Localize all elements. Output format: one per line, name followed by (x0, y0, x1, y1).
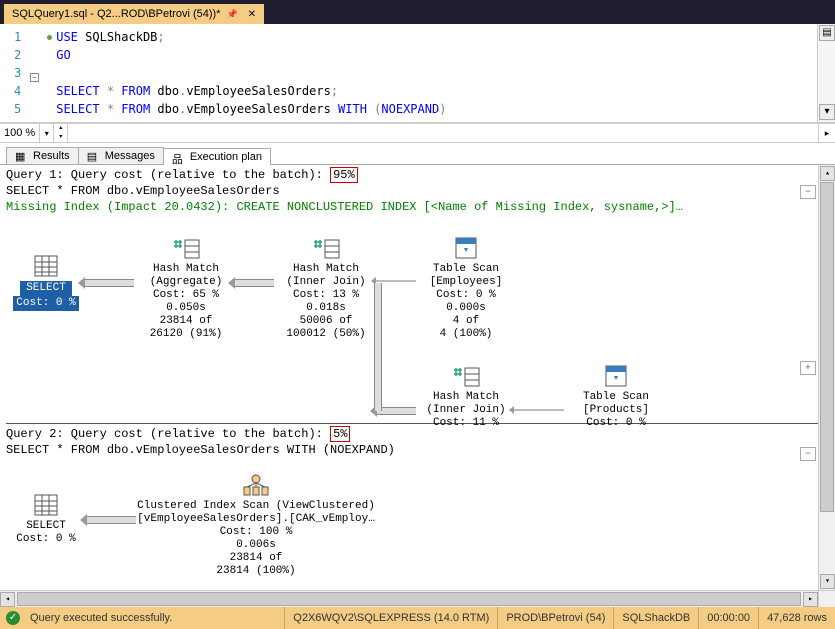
query1-cost-highlight: 95% (330, 167, 358, 183)
query2-cost-highlight: 5% (330, 426, 350, 442)
status-time: 00:00:00 (698, 607, 758, 629)
op-select[interactable]: SELECT Cost: 0 % (6, 251, 86, 311)
sql-editor[interactable]: 1 2 3 4 5 − USE SQLShackDB; GO SELECT * … (0, 24, 835, 123)
hash-match-icon (311, 234, 341, 262)
zoom-value[interactable]: 100 % (0, 124, 40, 142)
query1-plan-canvas[interactable]: SELECT Cost: 0 % Hash Match (Aggregate) … (6, 221, 829, 421)
collapse-query1-icon[interactable]: − (800, 185, 816, 199)
plan-vertical-scrollbar[interactable]: ▴ ▾ (818, 165, 835, 607)
code-text[interactable]: USE SQLShackDB; GO SELECT * FROM dbo.vEm… (41, 24, 835, 122)
scroll-down-icon[interactable]: ▾ (820, 574, 835, 589)
scroll-right-icon[interactable]: ▸ (819, 128, 835, 139)
status-user: PROD\BPetrovi (54) (497, 607, 613, 629)
expand-icon[interactable]: + (800, 361, 816, 375)
scrollbar-thumb[interactable] (17, 592, 801, 606)
editor-zoom-bar: 100 % ▾ ▴▾ ▸ (0, 123, 835, 143)
status-bar: ✓ Query executed successfully. Q2X6WQV2\… (0, 607, 835, 629)
pin-icon[interactable]: 📌 (226, 9, 237, 20)
query2-sql: SELECT * FROM dbo.vEmployeeSalesOrders W… (6, 442, 829, 458)
op-select2[interactable]: SELECT Cost: 0 % (6, 490, 86, 546)
plan-arrow (374, 283, 382, 411)
plan-arrow (84, 279, 134, 287)
plan-arrow (376, 407, 416, 415)
plan-arrow (86, 516, 136, 524)
status-database: SQLShackDB (613, 607, 698, 629)
scroll-right-icon[interactable]: ▸ (803, 592, 818, 607)
table-icon (31, 252, 61, 280)
plan-horizontal-scrollbar[interactable]: ◂ ▸ (0, 590, 818, 607)
hash-match-icon (171, 234, 201, 262)
op-hash-join1[interactable]: Hash Match (Inner Join) Cost: 13 % 0.018… (266, 233, 386, 341)
grid-icon: ▦ (15, 150, 29, 162)
status-rows: 47,628 rows (758, 607, 835, 629)
collapse-toggle-icon[interactable]: − (30, 73, 39, 82)
table-icon (31, 491, 61, 519)
scroll-up-icon[interactable]: ▴ (820, 166, 835, 181)
nav-arrows[interactable]: ▴▾ (54, 124, 68, 142)
split-icon[interactable]: ▤ (819, 25, 835, 41)
code-fold-gutter: − (27, 24, 41, 122)
scrollbar-corner (818, 590, 835, 607)
tab-results[interactable]: ▦ Results (6, 147, 79, 164)
collapse-query2-icon[interactable]: − (800, 447, 816, 461)
success-icon: ✓ (6, 611, 20, 625)
document-tab-bar: SQLQuery1.sql - Q2...ROD\BPetrovi (54))*… (0, 0, 835, 24)
editor-splitter[interactable]: ▤ ▾ (817, 24, 835, 122)
scrollbar-thumb[interactable] (820, 182, 834, 512)
execution-plan-panel: Query 1: Query cost (relative to the bat… (0, 165, 835, 607)
table-scan-icon (451, 234, 481, 262)
tab-execution-plan[interactable]: 品 Execution plan (163, 148, 271, 165)
zoom-dropdown-icon[interactable]: ▾ (40, 124, 54, 142)
plan-arrow (376, 280, 416, 282)
missing-index-hint[interactable]: Missing Index (Impact 20.0432): CREATE N… (6, 199, 829, 215)
line-number-gutter: 1 2 3 4 5 (14, 24, 27, 122)
status-message: Query executed successfully. (26, 612, 284, 624)
close-icon[interactable]: ✕ (248, 9, 256, 20)
scroll-left-icon[interactable]: ◂ (0, 592, 15, 607)
tab-messages[interactable]: ▤ Messages (78, 147, 164, 164)
horizontal-scrollbar[interactable] (68, 124, 819, 142)
plan-arrow (234, 279, 274, 287)
op-hash-join2[interactable]: Hash Match (Inner Join) Cost: 11 % (406, 361, 526, 430)
results-tab-strip: ▦ Results ▤ Messages 品 Execution plan (0, 143, 835, 165)
file-tab-title: SQLQuery1.sql - Q2...ROD\BPetrovi (54))* (12, 8, 220, 20)
op-tablescan-products[interactable]: Table Scan [Products] Cost: 0 % (556, 361, 676, 430)
query1-sql: SELECT * FROM dbo.vEmployeeSalesOrders (6, 183, 829, 199)
file-tab[interactable]: SQLQuery1.sql - Q2...ROD\BPetrovi (54))*… (4, 4, 264, 24)
status-server: Q2X6WQV2\SQLEXPRESS (14.0 RTM) (284, 607, 497, 629)
plan-icon: 品 (172, 151, 186, 163)
plan-arrow (514, 409, 564, 411)
table-scan-icon (601, 362, 631, 390)
hash-match-icon (451, 362, 481, 390)
clustered-index-scan-icon (241, 471, 271, 499)
op-clustered-index-scan[interactable]: Clustered Index Scan (ViewClustered) [vE… (126, 470, 386, 578)
scroll-down-icon[interactable]: ▾ (819, 104, 835, 120)
query1-header: Query 1: Query cost (relative to the bat… (6, 167, 829, 183)
query2-plan-canvas[interactable]: SELECT Cost: 0 % Clustered Index Scan (V… (6, 460, 829, 600)
messages-icon: ▤ (87, 150, 101, 162)
op-tablescan-employees[interactable]: Table Scan [Employees] Cost: 0 % 0.000s … (406, 233, 526, 341)
